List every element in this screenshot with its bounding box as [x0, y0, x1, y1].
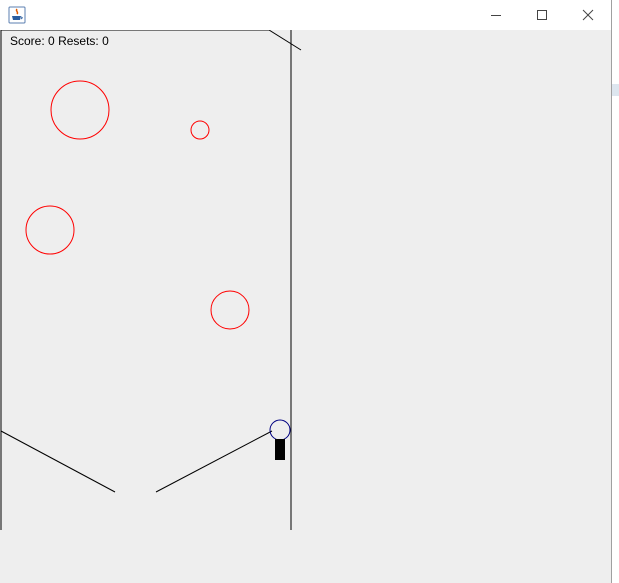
resets-label: Resets:: [58, 34, 99, 48]
left-flipper[interactable]: [0, 430, 116, 493]
java-coffee-cup-icon: [8, 6, 26, 24]
bumper: [210, 290, 250, 330]
game-window: Score: 0 Resets: 0: [0, 0, 612, 583]
title-bar[interactable]: [0, 0, 611, 30]
maximize-icon: [537, 10, 547, 20]
maximize-button[interactable]: [519, 0, 565, 30]
score-display: Score: 0 Resets: 0: [10, 34, 109, 48]
resets-value: 0: [102, 34, 109, 48]
minimize-button[interactable]: [473, 0, 519, 30]
pinball-ball: [269, 419, 291, 441]
score-label: Score:: [10, 34, 45, 48]
pinball-playfield[interactable]: [0, 30, 611, 583]
background-window-edge: [612, 84, 619, 96]
minimize-icon: [491, 15, 501, 16]
plunger[interactable]: [275, 439, 285, 460]
right-flipper[interactable]: [155, 430, 273, 493]
close-icon: [582, 9, 594, 21]
bumper: [50, 80, 110, 140]
close-button[interactable]: [565, 0, 611, 30]
bumper: [25, 205, 75, 255]
score-value: 0: [48, 34, 55, 48]
bumper: [190, 120, 210, 140]
